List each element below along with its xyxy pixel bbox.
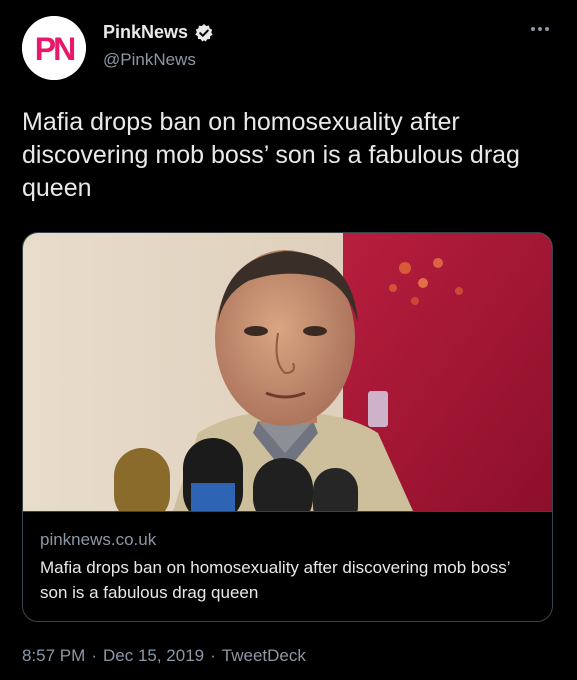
tweet-time[interactable]: 8:57 PM	[22, 646, 85, 666]
meta-separator: ·	[91, 646, 97, 665]
tweet-text: Mafia drops ban on homosexuality after d…	[22, 108, 520, 202]
meta-separator: ·	[210, 646, 216, 665]
author-name-row: PinkNews	[103, 22, 214, 43]
author-handle[interactable]: @PinkNews	[103, 50, 196, 70]
card-image[interactable]	[23, 233, 552, 512]
tweet: PN PinkNews @PinkNews Mafia drops ban on…	[0, 0, 577, 680]
link-card[interactable]: pinknews.co.uk Mafia drops ban on homose…	[22, 232, 553, 622]
tweet-source[interactable]: TweetDeck	[222, 646, 306, 666]
card-domain[interactable]: pinknews.co.uk	[40, 530, 156, 550]
verified-badge-icon	[194, 23, 214, 43]
card-title[interactable]: Mafia drops ban on homosexuality after d…	[40, 555, 540, 605]
more-options-icon[interactable]	[531, 24, 553, 34]
display-name[interactable]: PinkNews	[103, 22, 188, 43]
tweet-date[interactable]: Dec 15, 2019	[103, 646, 204, 666]
svg-text:PN: PN	[35, 31, 74, 67]
tweet-meta: 8:57 PM · Dec 15, 2019 · TweetDeck	[22, 646, 306, 666]
avatar[interactable]: PN	[22, 16, 86, 80]
pinknews-logo: PN	[22, 16, 86, 80]
article-photo	[23, 233, 552, 511]
